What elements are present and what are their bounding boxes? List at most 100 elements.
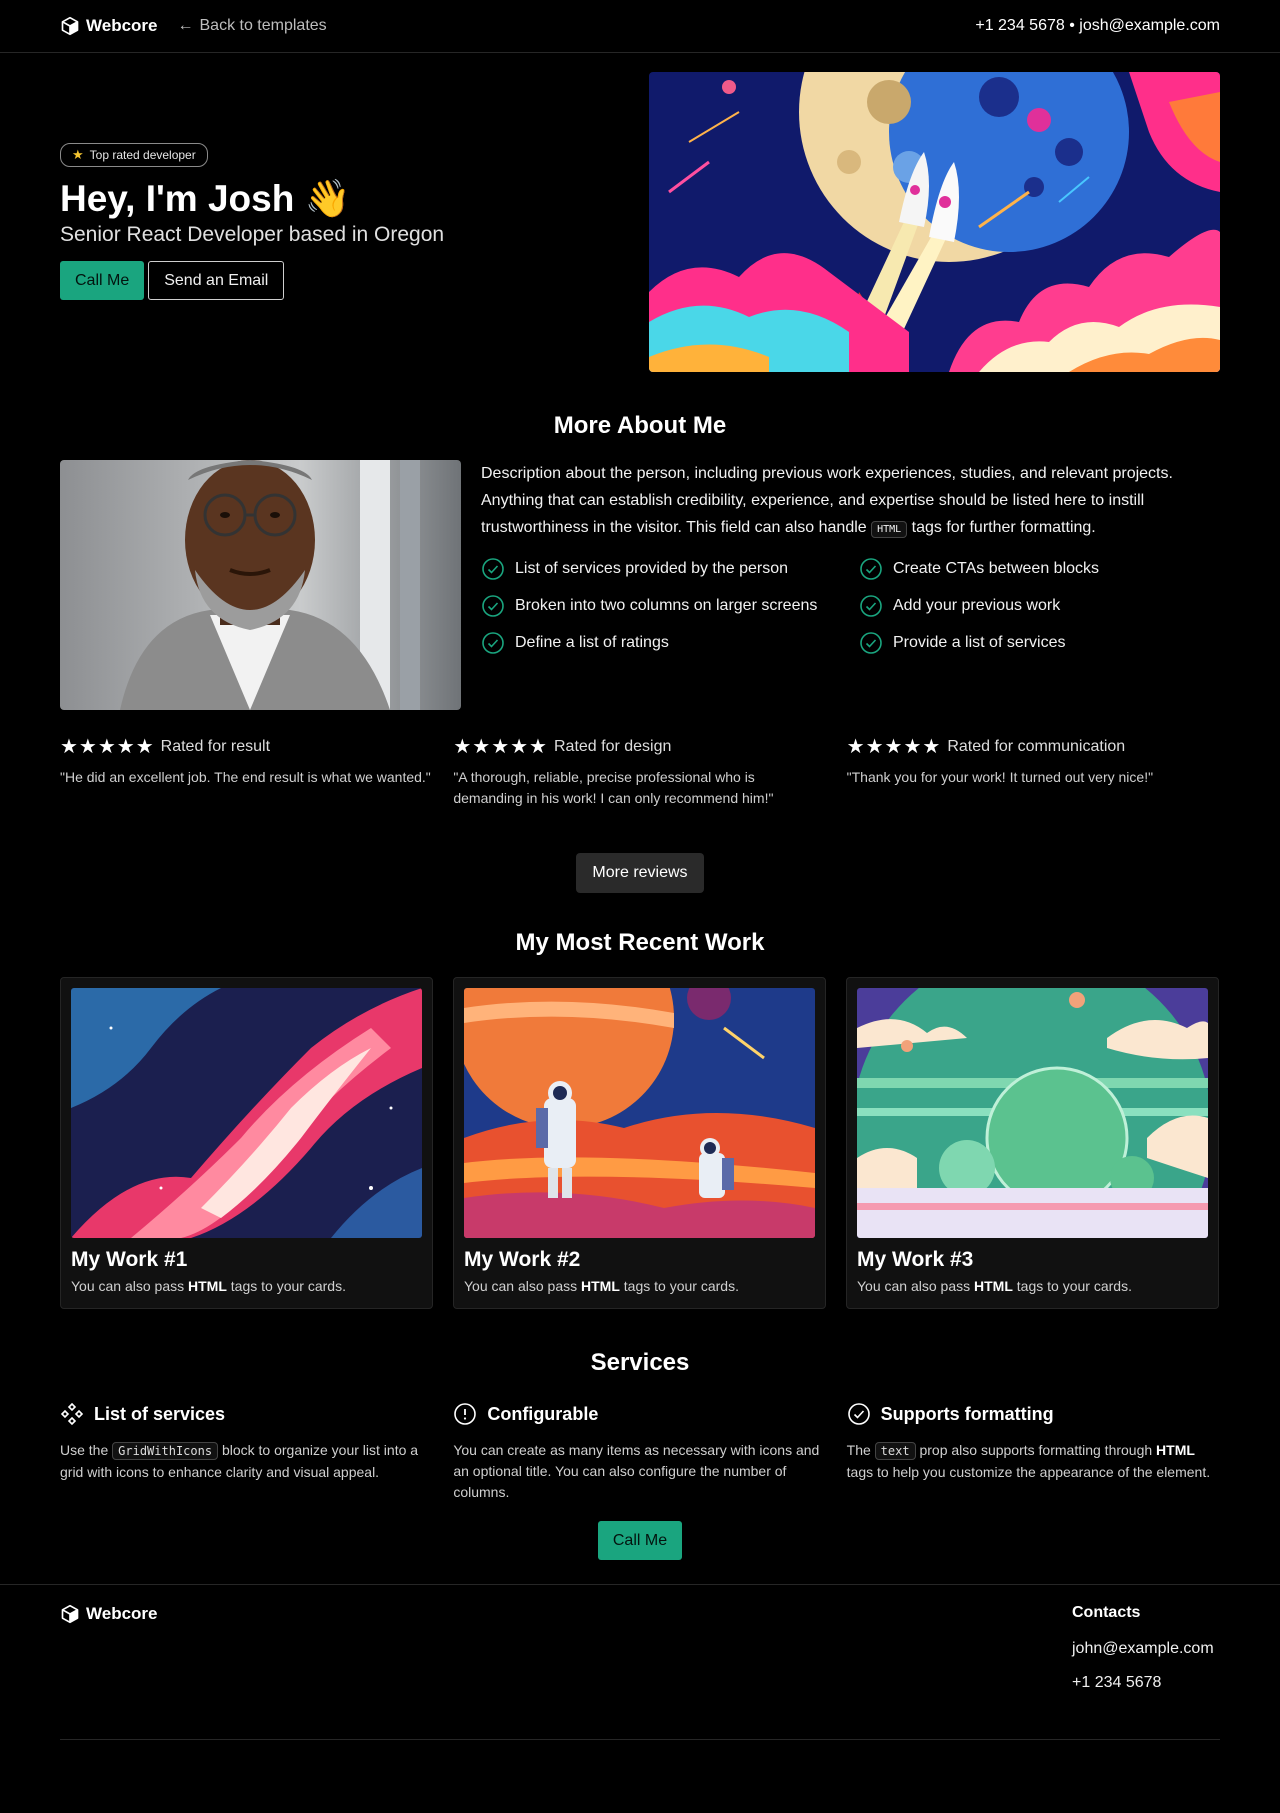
work-card[interactable]: My Work #2 You can also pass HTML tags t… bbox=[453, 977, 826, 1309]
work-title: My Most Recent Work bbox=[515, 929, 765, 956]
work-card-text: You can also pass HTML tags to your card… bbox=[857, 1278, 1208, 1294]
star-icon: ★ bbox=[72, 147, 84, 162]
top-bar: Webcore ← Back to templates +1 234 5678 … bbox=[0, 0, 1280, 53]
services-grid: List of services Use the GridWithIcons b… bbox=[60, 1402, 1220, 1503]
send-email-button[interactable]: Send an Email bbox=[148, 261, 285, 300]
work-image-nebula bbox=[71, 988, 422, 1238]
work-card[interactable]: My Work #3 You can also pass HTML tags t… bbox=[846, 977, 1219, 1309]
rating-item: ★★★★★ Rated for design "A thorough, relia… bbox=[453, 734, 826, 809]
hero-subtitle: Senior React Developer based in Oregon bbox=[60, 223, 445, 246]
service-text: Use the GridWithIcons block to organize … bbox=[60, 1440, 433, 1483]
footer-email-link[interactable]: john@example.com bbox=[1072, 1640, 1220, 1658]
check-circle-icon bbox=[847, 1403, 870, 1425]
feature-item: List of services provided by the person bbox=[481, 557, 859, 581]
about-title: More About Me bbox=[553, 412, 727, 439]
rating-label: Rated for communication bbox=[947, 737, 1126, 755]
footer-brand-name: Webcore bbox=[86, 1604, 158, 1623]
service-title: Supports formatting bbox=[880, 1403, 1054, 1424]
five-stars-icon: ★★★★★ bbox=[453, 736, 548, 758]
hero-section: ★ Top rated developer Hey, I'm Josh 👋 Se… bbox=[60, 72, 1220, 372]
ratings-section: ★★★★★ Rated for result "He did an excelle… bbox=[60, 734, 1220, 809]
check-circle-icon bbox=[482, 558, 504, 580]
rating-label: Rated for result bbox=[160, 737, 271, 755]
footer-contacts: Contacts john@example.com +1 234 5678 bbox=[1072, 1604, 1220, 1739]
feature-label: Define a list of ratings bbox=[515, 634, 669, 651]
header-contact[interactable]: +1 234 5678 • josh@example.com bbox=[975, 17, 1220, 35]
brand-name: Webcore bbox=[86, 16, 158, 35]
services-title: Services bbox=[590, 1349, 690, 1376]
footer-brand-logo[interactable]: Webcore bbox=[60, 1604, 158, 1624]
feature-item: Broken into two columns on larger screen… bbox=[481, 594, 859, 618]
feature-label: Create CTAs between blocks bbox=[893, 560, 1100, 577]
feature-item: Add your previous work bbox=[859, 594, 1220, 618]
rating-label: Rated for design bbox=[553, 737, 672, 755]
five-stars-icon: ★★★★★ bbox=[846, 736, 942, 758]
feature-label: Add your previous work bbox=[893, 597, 1061, 614]
card-text-post: tags to your cards. bbox=[619, 1278, 739, 1294]
back-to-templates-link[interactable]: ← Back to templates bbox=[178, 17, 327, 35]
html-code-tag: HTML bbox=[871, 521, 908, 538]
work-card-title: My Work #3 bbox=[857, 1248, 974, 1271]
top-rated-badge: ★ Top rated developer bbox=[60, 143, 208, 167]
hero-title: Hey, I'm Josh 👋 bbox=[60, 178, 351, 219]
check-circle-icon bbox=[860, 632, 882, 654]
brand-logo[interactable]: Webcore bbox=[60, 16, 158, 36]
work-card-title: My Work #1 bbox=[71, 1248, 188, 1271]
work-card[interactable]: My Work #1 You can also pass HTML tags t… bbox=[60, 977, 433, 1309]
card-text-pre: You can also pass bbox=[71, 1278, 189, 1294]
service-text-pre: Use the bbox=[60, 1442, 113, 1458]
five-stars-icon: ★★★★★ bbox=[60, 736, 155, 758]
feature-item: Create CTAs between blocks bbox=[859, 557, 1220, 581]
code-tag: GridWithIcons bbox=[112, 1442, 219, 1460]
service-item: Configurable You can create as many item… bbox=[453, 1402, 826, 1503]
service-item: Supports formatting The text prop also s… bbox=[847, 1402, 1220, 1503]
feature-item: Provide a list of services bbox=[859, 631, 1220, 655]
call-me-bottom-button[interactable]: Call Me bbox=[597, 1521, 683, 1560]
feature-list: List of services provided by the person … bbox=[481, 557, 1220, 655]
check-circle-icon bbox=[482, 595, 504, 617]
service-text-post: tags to help you customize the appearanc… bbox=[846, 1464, 1211, 1480]
card-text-bold: HTML bbox=[188, 1278, 227, 1294]
footer-phone-link[interactable]: +1 234 5678 bbox=[1072, 1674, 1220, 1692]
work-image-astronauts bbox=[464, 988, 815, 1238]
about-section: Description about the person, including … bbox=[60, 460, 1220, 710]
footer: Webcore Contacts john@example.com +1 234… bbox=[0, 1584, 1280, 1740]
service-title: List of services bbox=[94, 1403, 226, 1424]
contacts-heading: Contacts bbox=[1072, 1604, 1141, 1621]
card-text-post: tags to your cards. bbox=[1012, 1278, 1132, 1294]
card-text-bold: HTML bbox=[974, 1278, 1013, 1294]
check-circle-icon bbox=[860, 595, 882, 617]
grid-diamond-icon bbox=[60, 1402, 84, 1426]
feature-label: Broken into two columns on larger screen… bbox=[515, 597, 818, 614]
service-text: The text prop also supports formatting t… bbox=[847, 1440, 1220, 1483]
card-text-bold: HTML bbox=[581, 1278, 620, 1294]
work-card-text: You can also pass HTML tags to your card… bbox=[464, 1278, 815, 1294]
code-tag: text bbox=[874, 1442, 916, 1460]
rating-item: ★★★★★ Rated for communication "Thank you … bbox=[847, 734, 1220, 809]
card-text-post: tags to your cards. bbox=[226, 1278, 346, 1294]
service-text-pre: The bbox=[846, 1442, 875, 1458]
feature-item: Define a list of ratings bbox=[481, 631, 859, 655]
check-circle-icon bbox=[482, 632, 504, 654]
hero-rockets-illustration bbox=[649, 72, 1220, 372]
badge-label: Top rated developer bbox=[89, 148, 196, 162]
call-me-button[interactable]: Call Me bbox=[60, 261, 145, 300]
rating-quote: "A thorough, reliable, precise professio… bbox=[453, 769, 774, 806]
work-card-title: My Work #2 bbox=[464, 1248, 581, 1271]
service-item: List of services Use the GridWithIcons b… bbox=[60, 1402, 433, 1503]
about-description-text-end: tags for further formatting. bbox=[907, 519, 1096, 536]
work-image-dome-colony bbox=[857, 988, 1208, 1238]
feature-label: Provide a list of services bbox=[893, 634, 1066, 651]
profile-portrait bbox=[60, 460, 461, 710]
work-card-text: You can also pass HTML tags to your card… bbox=[71, 1278, 422, 1294]
cube-icon bbox=[61, 16, 79, 36]
cube-icon bbox=[61, 1604, 79, 1624]
about-description: Description about the person, including … bbox=[481, 460, 1220, 543]
card-text-pre: You can also pass bbox=[857, 1278, 975, 1294]
feature-label: List of services provided by the person bbox=[515, 560, 789, 577]
more-reviews-button[interactable]: More reviews bbox=[576, 853, 704, 893]
alert-circle-icon bbox=[454, 1403, 477, 1425]
service-text-bold: HTML bbox=[1156, 1442, 1195, 1458]
rating-quote: "Thank you for your work! It turned out … bbox=[846, 769, 1154, 785]
service-text-mid: prop also supports formatting through bbox=[915, 1442, 1157, 1458]
